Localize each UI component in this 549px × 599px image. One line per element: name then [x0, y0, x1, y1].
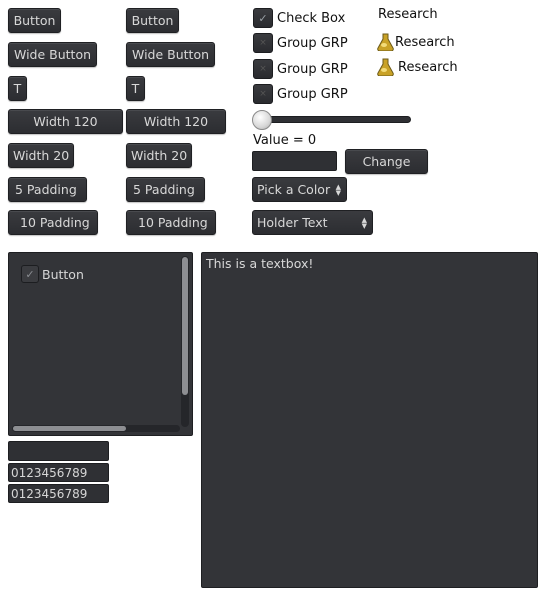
check-icon: ✓: [258, 11, 268, 25]
holder-select[interactable]: Holder Text ▲ ▼: [252, 210, 373, 235]
width-20-button-2[interactable]: Width 20: [126, 143, 192, 168]
group-radio-2[interactable]: × Group GRP: [253, 59, 348, 79]
flask-icon: [377, 33, 394, 51]
flask-icon: [377, 58, 394, 76]
button[interactable]: Button: [8, 8, 61, 33]
x-icon: ×: [259, 38, 267, 48]
button-2[interactable]: Button: [126, 8, 179, 33]
color-select[interactable]: Pick a Color ▲ ▼: [252, 177, 347, 202]
padding-10-button-2[interactable]: 10 Padding: [126, 210, 216, 235]
group-radio-1[interactable]: × Group GRP: [253, 33, 348, 53]
group-radio-box[interactable]: ×: [253, 59, 273, 79]
group-radio-3[interactable]: × Group GRP: [253, 84, 348, 104]
text-field-1[interactable]: [8, 441, 109, 461]
select-arrows-icon: ▲ ▼: [335, 182, 341, 197]
vertical-scrollbar-thumb[interactable]: [182, 257, 188, 395]
scroll-checkbox-row[interactable]: ✓ Button: [21, 265, 84, 283]
group-radio-label: Group GRP: [277, 35, 348, 51]
width-120-button[interactable]: Width 120: [8, 109, 123, 134]
group-radio-box[interactable]: ×: [253, 33, 273, 53]
scroll-checkbox[interactable]: ✓: [21, 265, 39, 283]
research-label: Research: [398, 59, 458, 75]
textbox-content: This is a textbox!: [206, 256, 314, 271]
research-label: Research: [395, 34, 455, 50]
wide-button[interactable]: Wide Button: [8, 42, 97, 67]
group-radio-label: Group GRP: [277, 61, 348, 77]
width-120-button-2[interactable]: Width 120: [126, 109, 226, 134]
color-select-value: Pick a Color: [257, 182, 331, 197]
checkbox-label: Check Box: [277, 10, 346, 26]
change-button[interactable]: Change: [345, 149, 428, 174]
value-input[interactable]: [252, 151, 337, 171]
checkbox[interactable]: ✓: [253, 8, 273, 28]
select-arrows-icon: ▲ ▼: [361, 215, 367, 230]
x-icon: ×: [259, 64, 267, 74]
wide-button-2[interactable]: Wide Button: [126, 42, 215, 67]
scroll-checkbox-label: Button: [42, 266, 84, 282]
value-label: Value = 0: [253, 133, 317, 148]
checkbox-row[interactable]: ✓ Check Box: [253, 8, 345, 28]
padding-5-button-2[interactable]: 5 Padding: [126, 177, 205, 202]
group-radio-box[interactable]: ×: [253, 84, 273, 104]
text-field-3[interactable]: [8, 484, 109, 503]
t-button-2[interactable]: T: [126, 76, 145, 101]
research-heading: Research: [378, 7, 438, 22]
x-icon: ×: [259, 89, 267, 99]
width-20-button[interactable]: Width 20: [8, 143, 74, 168]
group-radio-label: Group GRP: [277, 86, 348, 102]
slider-handle[interactable]: [252, 110, 272, 130]
text-field-2[interactable]: [8, 463, 109, 482]
slider-track[interactable]: [263, 116, 411, 123]
scroll-view[interactable]: ✓ Button: [8, 252, 193, 436]
textbox[interactable]: This is a textbox!: [201, 252, 538, 588]
holder-select-value: Holder Text: [257, 215, 328, 230]
check-icon: ✓: [25, 267, 35, 281]
padding-5-button[interactable]: 5 Padding: [8, 177, 87, 202]
research-item-1[interactable]: Research: [377, 33, 455, 51]
horizontal-scrollbar-thumb[interactable]: [13, 426, 126, 431]
research-item-2[interactable]: Research: [377, 58, 458, 76]
padding-10-button[interactable]: 10 Padding: [8, 210, 98, 235]
t-button[interactable]: T: [8, 76, 27, 101]
